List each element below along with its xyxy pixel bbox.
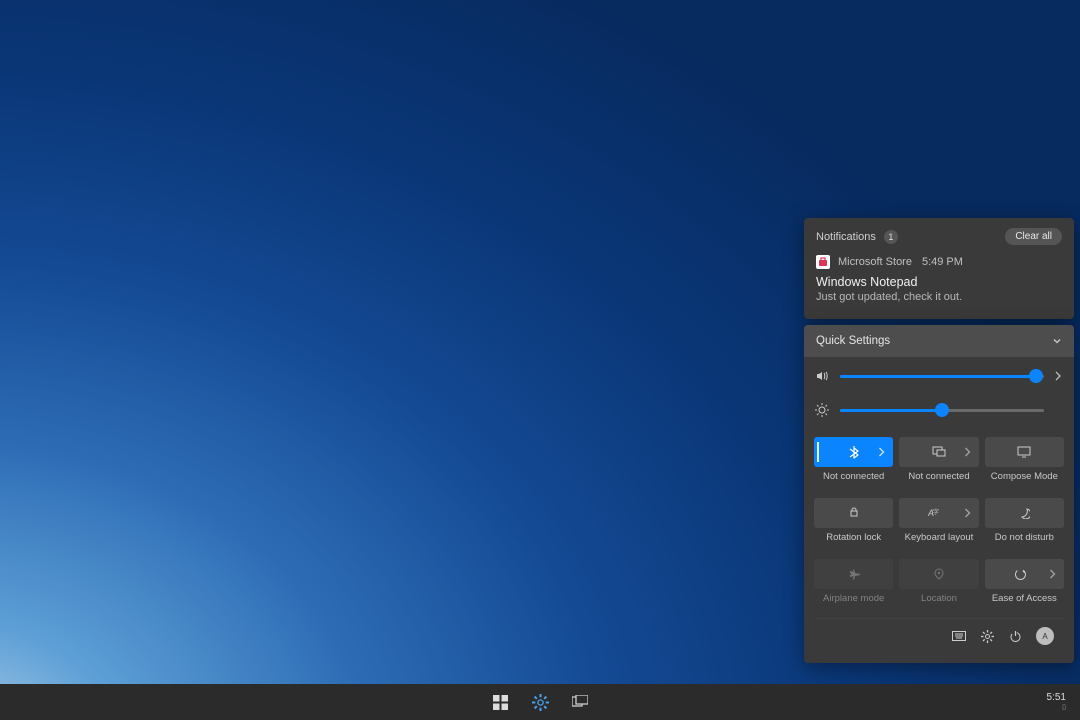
location-label: Location <box>921 593 957 604</box>
project-icon <box>932 446 946 458</box>
notification-item[interactable]: Microsoft Store 5:49 PM Windows Notepad … <box>804 249 1074 319</box>
bluetooth-tile-wrap: Not connected <box>814 437 893 482</box>
speaker-icon <box>814 369 830 383</box>
clock: 5:51 <box>1047 692 1066 703</box>
project-tile-wrap: Not connected <box>899 437 978 482</box>
dnd-label: Do not disturb <box>995 532 1054 543</box>
chevron-right-icon <box>964 447 971 457</box>
volume-row <box>814 369 1064 383</box>
rotation-tile-wrap: Rotation lock <box>814 498 893 543</box>
ease-tile[interactable] <box>985 559 1064 589</box>
taskbar-center <box>491 693 589 711</box>
notifications-count-badge: 1 <box>884 230 898 244</box>
bluetooth-tile[interactable] <box>814 437 893 467</box>
rotation-lock-icon <box>847 507 861 519</box>
bluetooth-icon <box>849 445 859 459</box>
quick-tiles-grid: Not connected Not connected Compose Mode <box>814 437 1064 614</box>
compose-tile-wrap: Compose Mode <box>985 437 1064 482</box>
airplane-tile[interactable] <box>814 559 893 589</box>
ease-label: Ease of Access <box>992 593 1057 604</box>
keyboard-tile[interactable]: A字 <box>899 498 978 528</box>
quick-settings-header[interactable]: Quick Settings <box>804 325 1074 357</box>
location-tile-wrap: Location <box>899 559 978 604</box>
rotation-label: Rotation lock <box>826 532 881 543</box>
notification-time: 5:49 PM <box>922 256 963 268</box>
brightness-icon <box>814 403 830 417</box>
dnd-tile[interactable] <box>985 498 1064 528</box>
notification-app-name: Microsoft Store <box>838 256 912 268</box>
location-icon <box>933 568 945 580</box>
keyboard-tile-wrap: A字 Keyboard layout <box>899 498 978 543</box>
task-view-icon[interactable] <box>571 693 589 711</box>
action-center: Notifications 1 Clear all Microsoft Stor… <box>804 218 1074 663</box>
settings-taskbar-icon[interactable] <box>531 693 549 711</box>
start-button[interactable] <box>491 693 509 711</box>
power-icon[interactable] <box>1008 629 1022 643</box>
notification-app-row: Microsoft Store 5:49 PM <box>816 255 1062 269</box>
quick-settings-body: . Not connected Not <box>804 357 1074 663</box>
gear-icon[interactable] <box>980 629 994 643</box>
brightness-row: . <box>814 401 1064 419</box>
location-tile[interactable] <box>899 559 978 589</box>
user-avatar[interactable]: A <box>1036 627 1054 645</box>
tray-battery-icon: ▯ <box>1047 704 1066 712</box>
taskbar-tray[interactable]: 5:51 ▯ <box>1047 692 1066 712</box>
clear-all-button[interactable]: Clear all <box>1005 228 1062 245</box>
quick-settings-title: Quick Settings <box>816 335 890 347</box>
airplane-icon <box>847 568 861 580</box>
notification-title: Windows Notepad <box>816 275 1062 289</box>
chevron-down-icon <box>1052 336 1062 346</box>
brightness-slider[interactable] <box>840 409 1044 412</box>
osk-icon[interactable] <box>952 629 966 643</box>
bluetooth-label: Not connected <box>823 471 884 482</box>
compose-tile[interactable] <box>985 437 1064 467</box>
dnd-tile-wrap: Do not disturb <box>985 498 1064 543</box>
notifications-panel: Notifications 1 Clear all Microsoft Stor… <box>804 218 1074 319</box>
compose-label: Compose Mode <box>991 471 1058 482</box>
airplane-label: Airplane mode <box>823 593 884 604</box>
ease-of-access-icon <box>1014 568 1027 581</box>
airplane-tile-wrap: Airplane mode <box>814 559 893 604</box>
notifications-header: Notifications 1 Clear all <box>804 218 1074 249</box>
svg-text:字: 字 <box>933 508 939 516</box>
project-tile[interactable] <box>899 437 978 467</box>
monitor-icon <box>1017 446 1031 458</box>
moon-icon <box>1018 507 1030 519</box>
chevron-right-icon <box>1049 569 1056 579</box>
keyboard-icon: A字 <box>928 508 942 518</box>
taskbar: 5:51 ▯ <box>0 684 1080 720</box>
volume-slider[interactable] <box>840 375 1044 378</box>
chevron-right-icon <box>964 508 971 518</box>
notification-message: Just got updated, check it out. <box>816 291 1062 303</box>
text-cursor-icon <box>817 442 819 462</box>
quick-settings-panel: Quick Settings <box>804 325 1074 663</box>
notifications-title: Notifications <box>816 231 876 243</box>
ease-tile-wrap: Ease of Access <box>985 559 1064 604</box>
chevron-right-icon <box>878 447 885 457</box>
volume-expand-icon[interactable] <box>1054 371 1064 381</box>
quick-settings-footer: A <box>814 618 1064 655</box>
project-label: Not connected <box>908 471 969 482</box>
rotation-tile[interactable] <box>814 498 893 528</box>
store-icon <box>816 255 830 269</box>
keyboard-label: Keyboard layout <box>905 532 974 543</box>
